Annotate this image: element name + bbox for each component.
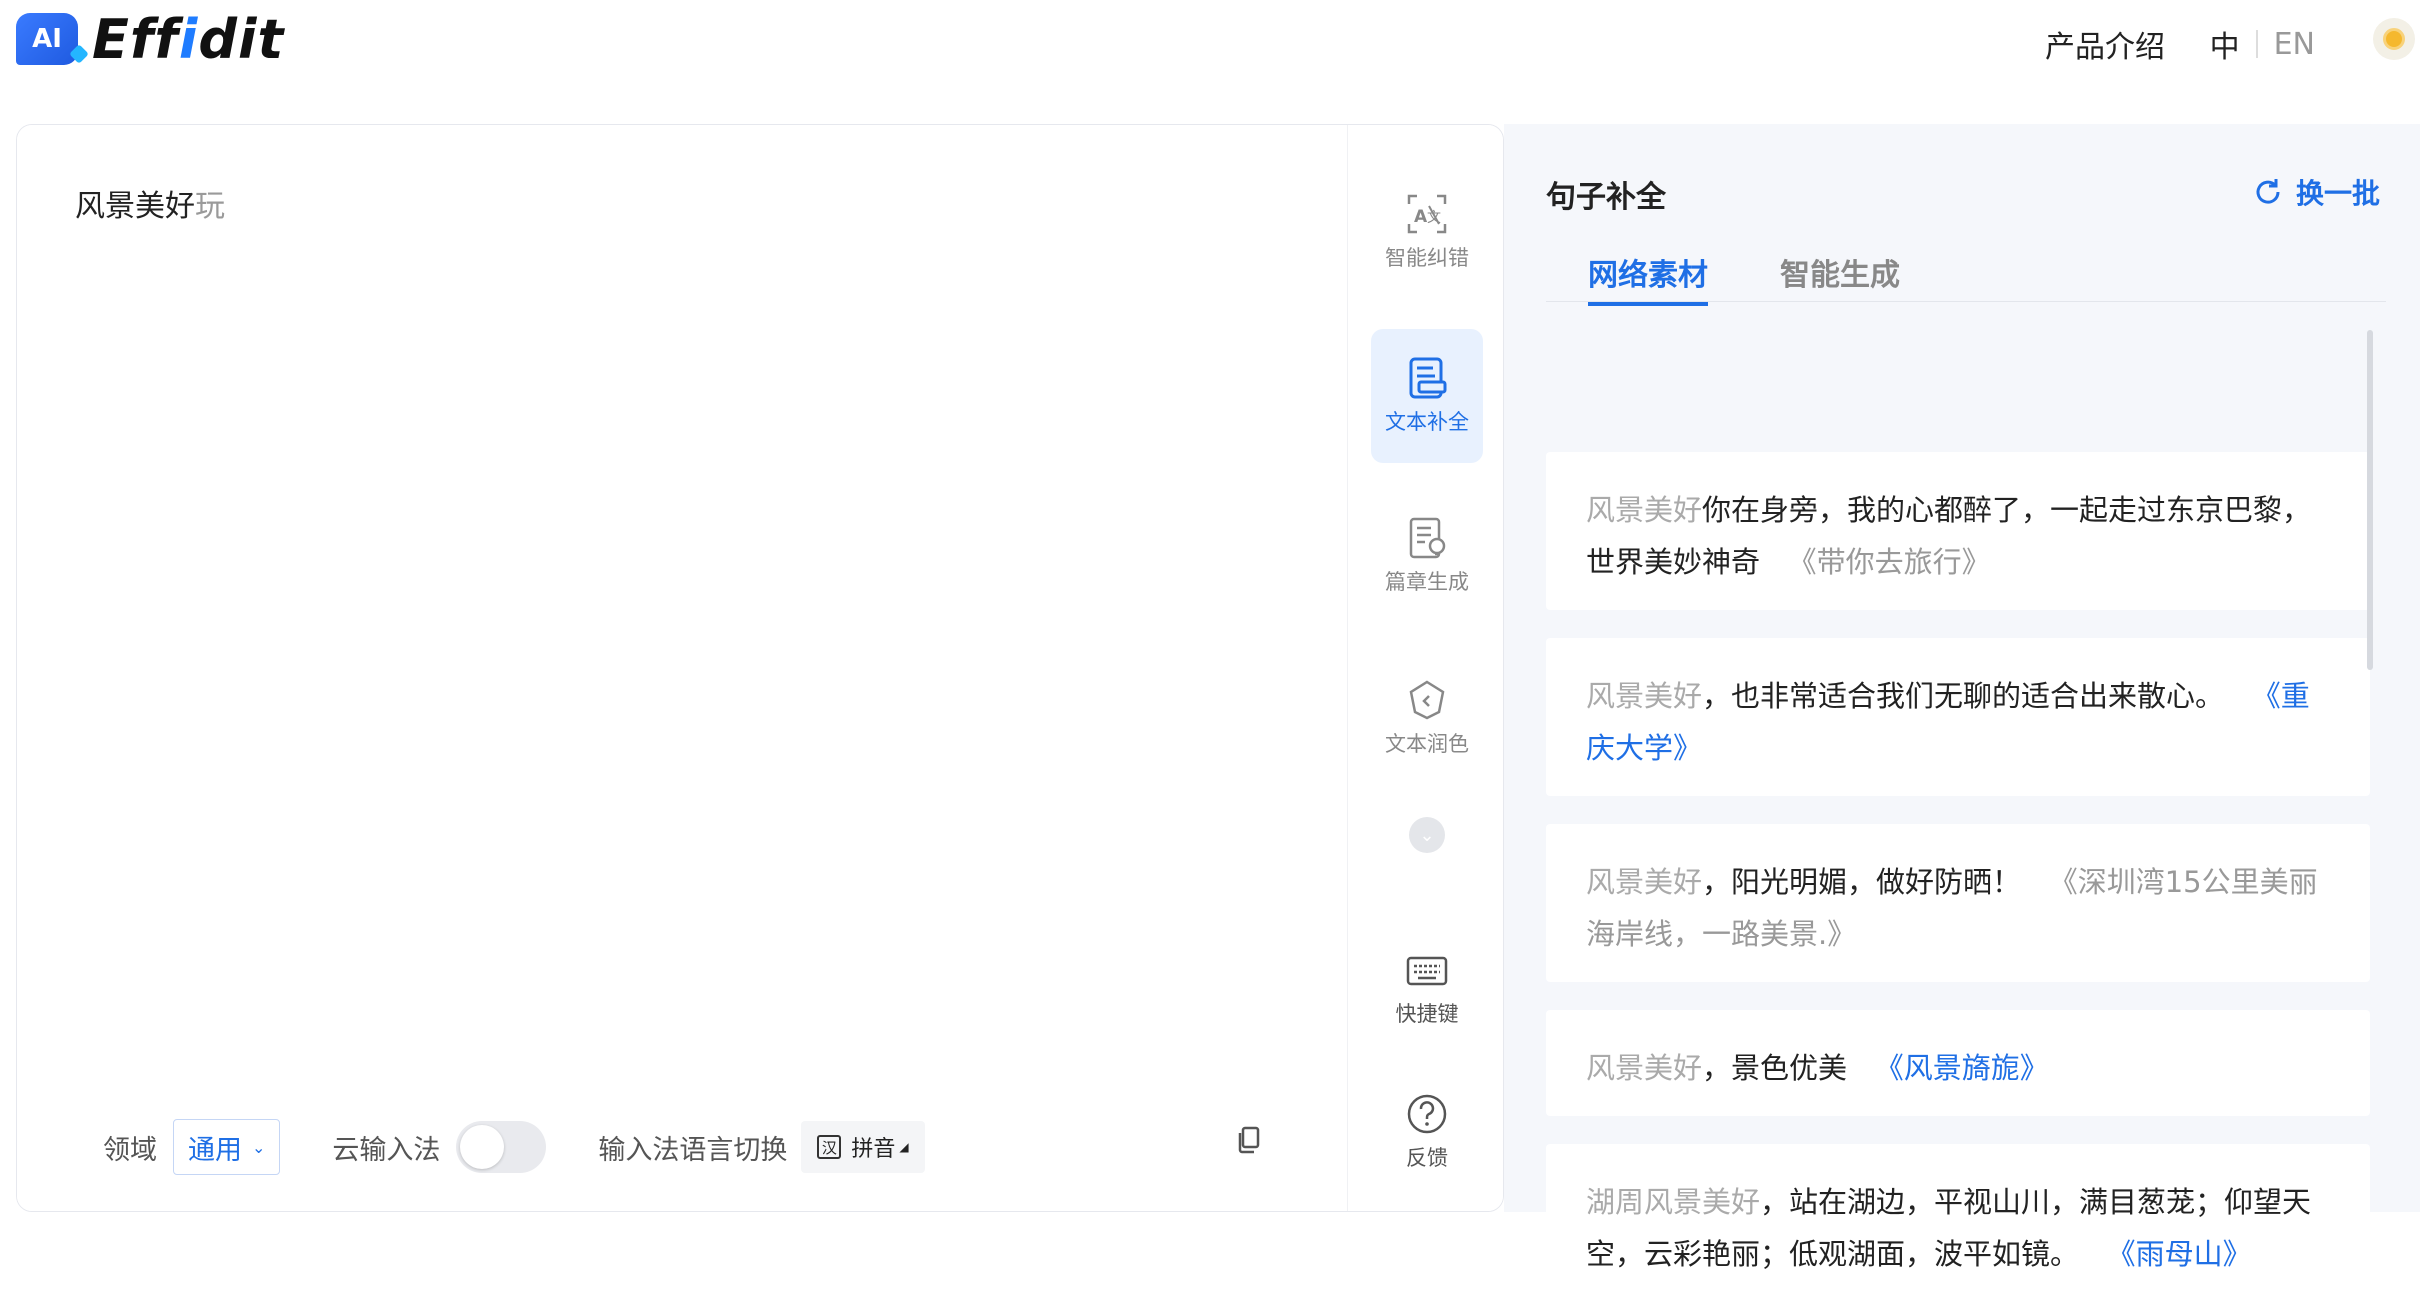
tool-shortcuts[interactable]: 快捷键 — [1371, 921, 1483, 1055]
ime-language-button[interactable]: 汉 拼音 ◢ — [801, 1121, 925, 1173]
effidit-logo[interactable]: AI Effidit — [16, 7, 285, 71]
panel-title: 句子补全 — [1546, 180, 1666, 215]
result-prefix: 风景美好 — [1586, 493, 1703, 527]
tab-web-material[interactable]: 网络素材 — [1588, 250, 1708, 306]
tool-article[interactable]: 篇章生成 — [1371, 489, 1483, 623]
correction-icon: A 文 — [1407, 194, 1447, 234]
tool-polish-label: 文本润色 — [1385, 732, 1469, 756]
cloud-ime-toggle[interactable] — [456, 1121, 547, 1173]
tool-sidebar: A 文 智能纠错 文本补全 篇章生成 文本润色 ⌄ 快捷键 反馈 — [1347, 125, 1503, 1211]
lang-divider — [2255, 30, 2258, 58]
tool-feedback-label: 反馈 — [1406, 1146, 1448, 1170]
lang-en-option[interactable]: EN — [2274, 27, 2315, 62]
completion-icon — [1409, 357, 1447, 399]
tool-correction-label: 智能纠错 — [1385, 246, 1469, 270]
refresh-button[interactable]: 换一批 — [2252, 172, 2380, 212]
ime-value: 拼音 — [851, 1137, 896, 1162]
ime-corner-icon: ◢ — [899, 1140, 909, 1154]
result-source[interactable]: 《风景旖旎》 — [1875, 1051, 2049, 1085]
result-prefix: 风景美好 — [1586, 865, 1703, 899]
editor-typed-text: 风景美好 — [75, 189, 195, 224]
result-card[interactable]: 风景美好，阳光明媚，做好防晒！ 《深圳湾15公里美丽海岸线，一路美景.》 — [1546, 824, 2370, 982]
result-source[interactable]: 《雨母山》 — [2107, 1237, 2252, 1271]
result-prefix: 风景美好 — [1586, 1051, 1703, 1085]
language-switch: 中 EN — [2210, 22, 2315, 66]
result-source[interactable]: 《带你去旅行》 — [1788, 545, 1991, 579]
tool-correction[interactable]: A 文 智能纠错 — [1371, 165, 1483, 299]
editor-card: 风景美好玩 领域 通用 ⌄ 云输入法 输入法语言切换 汉 拼音 ◢ A 文 智能… — [16, 124, 1504, 1212]
tools-expand-button[interactable]: ⌄ — [1371, 805, 1483, 865]
result-prefix: 湖周风景美好 — [1586, 1185, 1761, 1219]
result-card[interactable]: 湖周风景美好，站在湖边，平视山川，满目葱茏；仰望天空，云彩艳丽；低观湖面，波平如… — [1546, 1144, 2370, 1302]
tool-polish[interactable]: 文本润色 — [1371, 651, 1483, 785]
product-intro-link[interactable]: 产品介绍 — [2045, 22, 2165, 66]
result-card[interactable]: 风景美好你在身旁，我的心都醉了，一起走过东京巴黎，世界美妙神奇 《带你去旅行》 — [1546, 452, 2370, 610]
coin-icon — [2383, 28, 2405, 50]
editor-bottom-bar: 领域 通用 ⌄ 云输入法 输入法语言切换 汉 拼音 ◢ — [103, 1117, 925, 1177]
panel-tabs: 网络素材 智能生成 — [1546, 242, 2386, 306]
completion-panel: 句子补全 换一批 网络素材 智能生成 风景美好你在身旁，我的心都醉了，一起走过东… — [1504, 124, 2420, 1302]
cloud-ime-label: 云输入法 — [332, 1134, 441, 1166]
top-header: AI Effidit 产品介绍 中 EN — [0, 0, 2425, 84]
result-prefix: 风景美好 — [1586, 679, 1703, 713]
result-body: ，阳光明媚，做好防晒！ — [1702, 865, 2022, 899]
article-icon — [1409, 517, 1446, 559]
refresh-icon — [2256, 179, 2280, 204]
ime-switch-label: 输入法语言切换 — [598, 1134, 788, 1166]
tab-smart-generate[interactable]: 智能生成 — [1780, 250, 1900, 302]
domain-select-value: 通用 — [188, 1134, 242, 1166]
refresh-label: 换一批 — [2295, 177, 2380, 210]
editor-inline-suggestion[interactable]: 玩 — [195, 189, 225, 224]
copy-icon[interactable] — [1235, 1125, 1263, 1155]
svg-text:A: A — [1414, 207, 1428, 227]
tool-completion[interactable]: 文本补全 — [1371, 329, 1483, 463]
result-body: ，也非常适合我们无聊的适合出来散心。 — [1702, 679, 2225, 713]
chevron-down-icon: ⌄ — [252, 1137, 266, 1157]
toggle-knob — [460, 1125, 505, 1169]
chevron-down-icon: ⌄ — [1409, 817, 1445, 853]
keyboard-icon — [1406, 956, 1448, 986]
editor-content[interactable]: 风景美好玩 — [75, 181, 225, 225]
help-icon — [1407, 1094, 1447, 1134]
tool-article-label: 篇章生成 — [1385, 570, 1469, 594]
result-card[interactable]: 风景美好，景色优美 《风景旖旎》 — [1546, 1010, 2370, 1116]
domain-select[interactable]: 通用 ⌄ — [173, 1119, 281, 1175]
tool-completion-label: 文本补全 — [1385, 410, 1469, 434]
domain-label: 领域 — [103, 1134, 157, 1166]
text-editor[interactable]: 风景美好玩 领域 通用 ⌄ 云输入法 输入法语言切换 汉 拼音 ◢ — [17, 125, 1347, 1211]
polish-icon — [1409, 680, 1445, 720]
result-card[interactable]: 风景美好，也非常适合我们无聊的适合出来散心。 《重庆大学》 — [1546, 638, 2370, 796]
lang-zh-option[interactable]: 中 — [2210, 22, 2240, 66]
tool-shortcuts-label: 快捷键 — [1395, 1002, 1459, 1026]
logo-wordmark: Effidit — [92, 7, 285, 71]
tool-feedback[interactable]: 反馈 — [1371, 1065, 1483, 1199]
result-body: ，景色优美 — [1702, 1051, 1848, 1085]
result-list-scrollbar[interactable] — [2367, 330, 2373, 670]
ime-hanzi-icon: 汉 — [817, 1135, 842, 1159]
user-avatar[interactable] — [2373, 18, 2415, 60]
logo-badge-icon: AI — [16, 13, 78, 65]
